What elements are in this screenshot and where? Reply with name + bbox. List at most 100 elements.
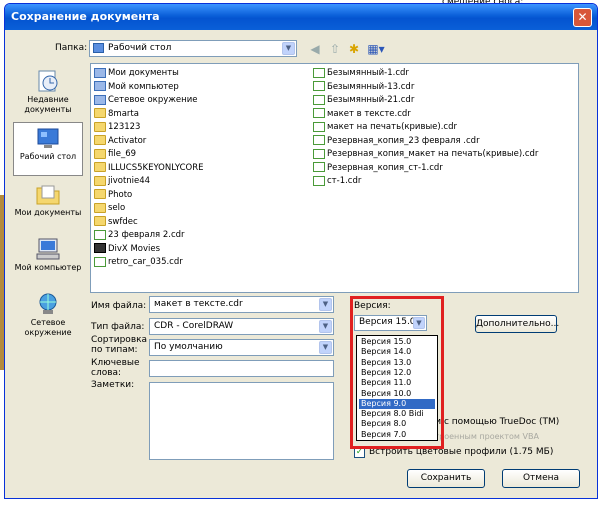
file-name: Мой компьютер [108,81,179,92]
file-item[interactable]: Безымянный-1.cdr [313,67,409,80]
file-item[interactable]: Резервная_копия_ст-1.cdr [313,162,443,175]
file-name: Безымянный-21.cdr [327,95,415,105]
file-item[interactable]: макет в тексте.cdr [313,108,411,121]
file-item[interactable]: Безымянный-13.cdr [313,81,414,94]
folder-icon [94,121,106,132]
file-item[interactable]: Photo [94,189,132,202]
file-name: swfdec [108,216,138,227]
save-dialog: Сохранение документа ✕ Папка: Рабочий ст… [4,3,598,499]
file-name: DivX Movies [108,243,161,254]
highlight-annotation-box [350,296,444,449]
file-name: Безымянный-1.cdr [327,68,409,78]
place-label: Рабочий стол [19,152,77,161]
notes-label: Заметки: [91,380,135,390]
sort-select[interactable]: По умолчанию ▼ [149,339,334,356]
place-network[interactable]: Сетевое окружение [13,292,83,338]
filename-label: Имя файла: [91,301,147,311]
system-folder-icon [94,94,106,105]
file-item[interactable]: Сетевое окружение [94,94,197,107]
keywords-input[interactable] [149,360,334,377]
file-name: 123123 [108,122,141,132]
place-my-documents[interactable]: Мои документы [13,182,83,218]
place-label: Сетевое окружение [24,318,72,337]
cdr-file-icon [313,135,325,145]
file-item[interactable]: Безымянный-21.cdr [313,94,414,107]
cdr-file-icon [313,81,325,91]
back-icon[interactable]: ◀ [307,41,323,57]
file-name: Мои документы [108,68,179,78]
truedoc-option-text: ти с помощью TrueDoc (TM) [430,417,560,427]
cdr-file-icon [313,108,325,118]
filename-value: макет в тексте.cdr [154,299,243,309]
file-item[interactable]: 23 февраля 2.cdr [94,229,185,242]
advanced-button[interactable]: Дополнительно... [475,315,559,333]
cancel-button[interactable]: Отмена [502,469,580,488]
filename-input[interactable]: макет в тексте.cdr ▼ [149,296,334,313]
chevron-down-icon[interactable]: ▼ [319,298,332,311]
file-item[interactable]: swfdec [94,216,138,229]
title-bar: Сохранение документа [5,4,597,30]
close-button[interactable]: ✕ [573,8,592,27]
file-item[interactable]: 123123 [94,121,140,134]
filetype-value: CDR - CorelDRAW [154,321,234,331]
place-my-computer[interactable]: Мой компьютер [13,237,83,273]
chevron-down-icon[interactable]: ▼ [282,42,295,55]
file-name: Резервная_копия_23 февраля .cdr [327,135,480,146]
file-item[interactable]: DivX Movies [94,243,160,256]
file-item[interactable]: Мой компьютер [94,81,179,94]
cdr-file-icon [94,256,106,267]
system-folder-icon [94,67,106,78]
file-name: Резервная_копия_макет на печать(кривые).… [327,149,539,159]
place-recent[interactable]: Недавние документы [13,69,83,115]
file-item[interactable]: ст-1.cdr [313,175,361,188]
notes-textarea[interactable] [149,382,334,460]
file-item[interactable]: jivotnie44 [94,175,150,188]
view-menu-icon[interactable]: ▦▾ [365,41,387,57]
save-button[interactable]: Сохранить [407,469,485,488]
keywords-label: Ключевые слова: [91,358,140,378]
sort-value: По умолчанию [154,342,223,352]
chevron-down-icon[interactable]: ▼ [319,320,332,333]
file-item[interactable]: макет на печать(кривые).cdr [313,121,457,134]
folder-icon [94,216,106,226]
window-title: Сохранение документа [11,10,160,23]
file-name: selo [108,203,126,213]
file-name: Безымянный-13.cdr [327,81,415,92]
new-folder-icon[interactable]: ✱ [346,41,362,57]
file-item[interactable]: Резервная_копия_макет на печать(кривые).… [313,148,538,161]
folder-value: Рабочий стол [108,43,172,53]
file-name: Activator [108,135,147,146]
folder-select[interactable]: Рабочий стол ▼ [89,40,297,57]
filetype-label: Тип файла: [91,322,145,332]
file-name: 23 февраля 2.cdr [108,230,185,240]
place-desktop[interactable]: Рабочий стол [13,122,83,176]
cdr-file-icon [313,148,325,159]
file-item[interactable]: Мои документы [94,67,179,80]
folder-icon [94,175,106,186]
filetype-select[interactable]: CDR - CorelDRAW ▼ [149,318,334,335]
file-name: retro_car_035.cdr [108,257,183,267]
file-item[interactable]: ILLUCS5KEYONLYCORE [94,162,203,175]
file-name: ILLUCS5KEYONLYCORE [108,162,204,173]
file-list[interactable]: Мои документы Мой компьютер Сетевое окруже… [90,63,579,293]
desktop-icon [37,128,59,148]
file-item[interactable]: Резервная_копия_23 февраля .cdr [313,135,480,148]
network-icon [39,293,57,314]
folder-icon [94,108,106,118]
cdr-file-icon [313,162,325,172]
file-name: Photo [108,189,133,200]
file-item[interactable]: selo [94,202,125,215]
file-item[interactable]: retro_car_035.cdr [94,256,183,269]
file-name: Сетевое окружение [108,95,198,105]
up-folder-icon[interactable]: ⇧ [327,41,343,57]
places-bar: Недавние документы Рабочий стол Мои доку… [13,64,85,354]
file-item[interactable]: 8marta [94,108,139,121]
my-computer-icon [36,238,60,260]
folder-icon [94,162,106,172]
file-item[interactable]: file_69 [94,148,136,161]
folder-icon [94,135,106,145]
file-item[interactable]: Activator [94,135,146,148]
chevron-down-icon[interactable]: ▼ [319,341,332,354]
cdr-file-icon [313,121,325,132]
file-name: file_69 [108,149,137,159]
